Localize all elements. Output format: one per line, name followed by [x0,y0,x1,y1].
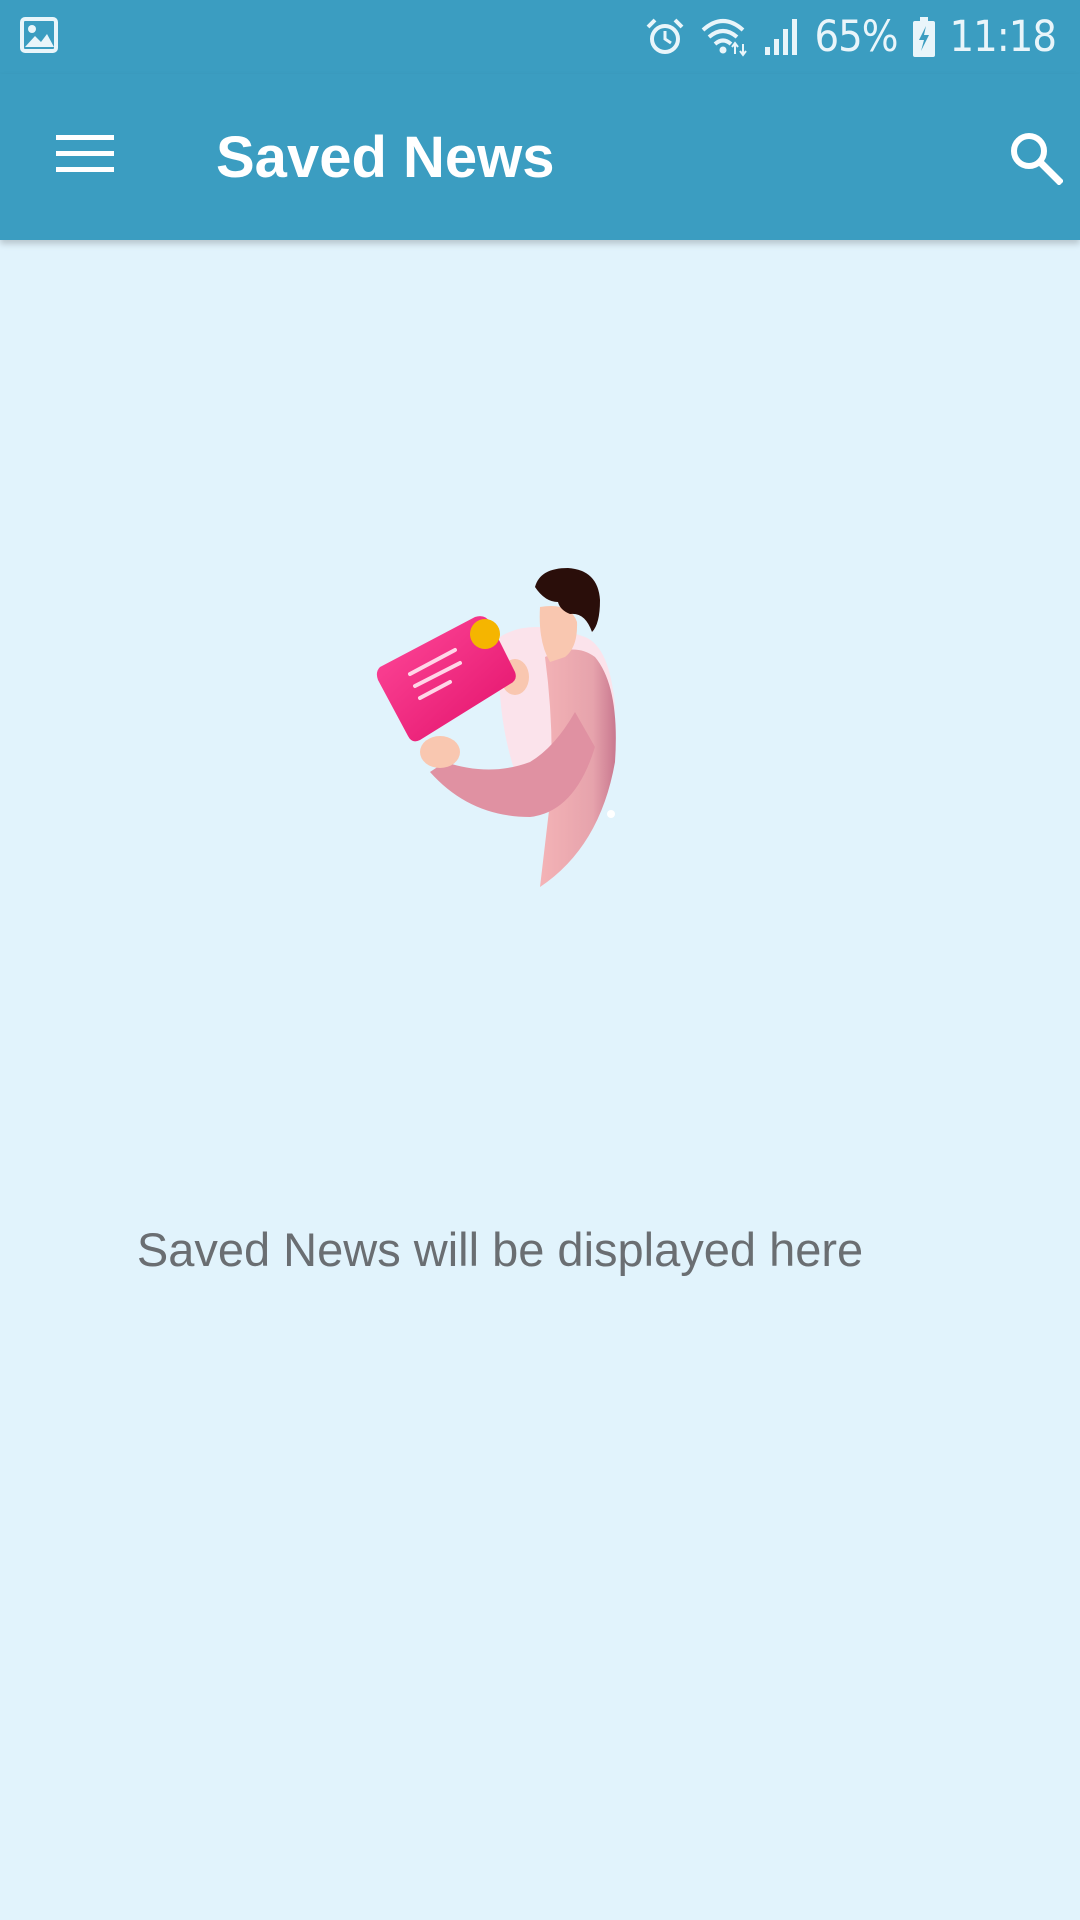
search-icon [1007,129,1064,190]
search-button[interactable] [990,114,1080,204]
app-bar: Saved News [0,74,1080,240]
battery-percent: 65% [814,12,899,62]
clock: 11:18 [949,12,1057,62]
alarm-icon [645,17,685,57]
signal-icon [763,17,801,57]
status-bar: 65% 11:18 [0,0,1080,74]
hamburger-menu-icon [56,133,114,180]
gallery-icon [20,17,58,58]
page-title: Saved News [216,125,555,190]
wifi-icon [699,16,749,58]
battery-charging-icon [912,16,936,58]
person-reading-document-illustration [370,562,710,892]
empty-state-message: Saved News will be displayed here [136,1223,864,1276]
menu-button[interactable] [40,116,130,196]
